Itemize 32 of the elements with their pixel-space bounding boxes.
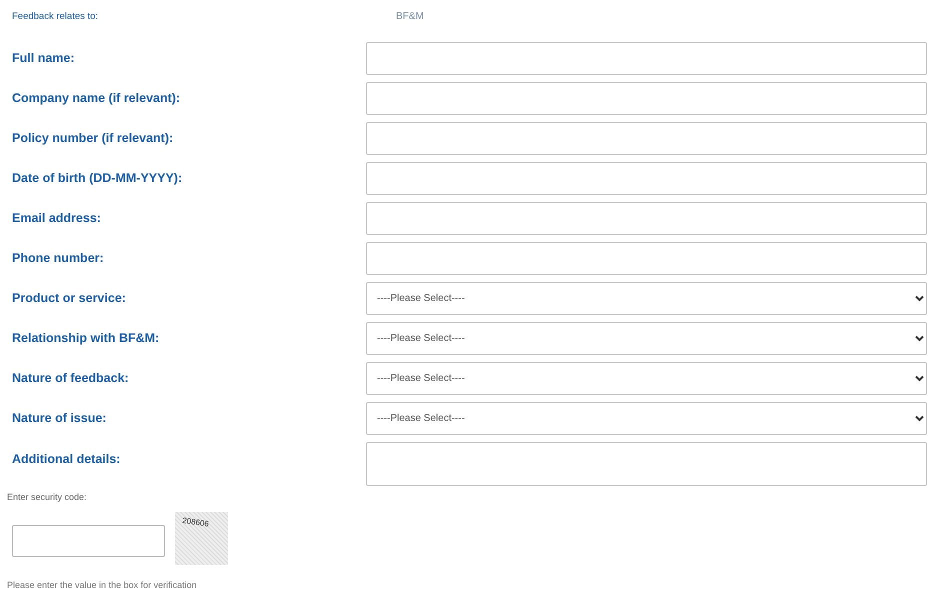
field-label: Phone number:: [11, 250, 105, 265]
chevron-down-icon: [915, 415, 924, 422]
relates-value: BF&M: [395, 10, 424, 22]
text-area[interactable]: [366, 442, 927, 486]
field-label: Feedback relates to:: [11, 10, 100, 22]
select-field[interactable]: ----Please Select----: [366, 282, 927, 315]
field-label: Nature of issue:: [11, 410, 108, 425]
input-field[interactable]: [366, 242, 927, 275]
field-label: Email address:: [11, 210, 102, 225]
select-field[interactable]: ----Please Select----: [366, 362, 927, 395]
input-field[interactable]: [366, 202, 927, 235]
captcha-image: 208606: [175, 512, 228, 565]
verification-hint: Please enter the value in the box for verification: [6, 580, 198, 589]
input-field[interactable]: [366, 162, 927, 195]
chevron-down-icon: [915, 295, 924, 302]
field-label: Policy number (if relevant):: [11, 130, 174, 145]
select-field[interactable]: ----Please Select----: [366, 322, 927, 355]
field-label: Nature of feedback:: [11, 370, 130, 385]
field-label: Product or service:: [11, 290, 127, 305]
field-label: Date of birth (DD-MM-YYYY):: [11, 170, 184, 185]
field-label: Additional details:: [11, 451, 122, 466]
security-code-field[interactable]: [12, 525, 165, 557]
field-label: Relationship with BF&M:: [11, 330, 160, 345]
input-field[interactable]: [366, 42, 927, 75]
chevron-down-icon: [915, 375, 924, 382]
chevron-down-icon: [915, 335, 924, 342]
input-field[interactable]: [366, 122, 927, 155]
field-label: Full name:: [11, 50, 76, 65]
security-code-label: Enter security code:: [6, 492, 88, 502]
field-label: Company name (if relevant):: [11, 90, 182, 105]
input-field[interactable]: [366, 82, 927, 115]
select-field[interactable]: ----Please Select----: [366, 402, 927, 435]
